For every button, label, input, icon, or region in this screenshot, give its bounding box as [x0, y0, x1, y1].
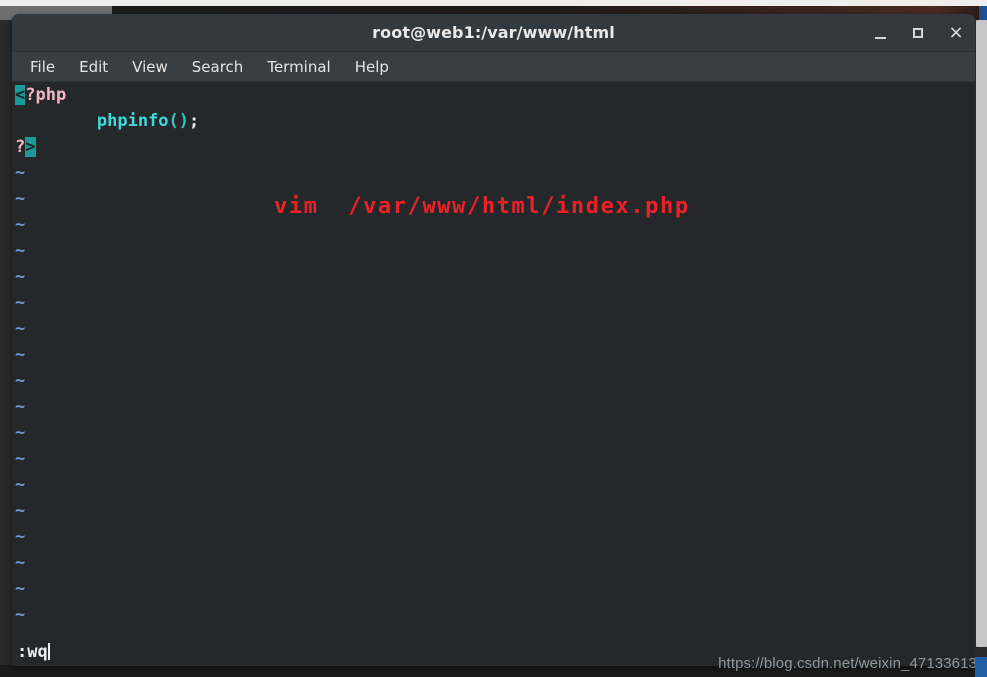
- close-glyph: ×: [948, 22, 964, 43]
- tilde-glyph: ~: [15, 319, 26, 339]
- vim-empty-line-marker: ~: [15, 602, 955, 628]
- terminal-window: root@web1:/var/www/html × File Edit View…: [12, 14, 975, 666]
- watermark: https://blog.csdn.net/weixin_47133613: [718, 655, 977, 672]
- menu-item-search[interactable]: Search: [180, 56, 256, 78]
- tilde-glyph: ~: [15, 527, 26, 547]
- tilde-glyph: ~: [15, 475, 26, 495]
- screen: root@web1:/var/www/html × File Edit View…: [0, 0, 987, 677]
- command-line-cursor: [47, 643, 50, 660]
- tilde-glyph: ~: [15, 605, 26, 625]
- tilde-glyph: ~: [15, 553, 26, 573]
- menu-item-help[interactable]: Help: [343, 56, 401, 78]
- menu-item-edit[interactable]: Edit: [67, 56, 120, 78]
- tilde-glyph: ~: [15, 215, 26, 235]
- statement-semicolon: ;: [189, 111, 200, 131]
- vim-empty-line-marker: ~: [15, 524, 955, 550]
- menu-item-terminal[interactable]: Terminal: [255, 56, 342, 78]
- vim-empty-line-marker: ~: [15, 238, 955, 264]
- vim-command-text: :wq: [17, 642, 48, 662]
- menu-item-view[interactable]: View: [120, 56, 180, 78]
- vim-empty-line-marker: ~: [15, 420, 955, 446]
- tilde-glyph: ~: [15, 293, 26, 313]
- tilde-glyph: ~: [15, 371, 26, 391]
- vim-buffer-lines: <?php phpinfo(); ?> ~~~~~~~~~~~~~~~~~~~: [15, 82, 955, 654]
- tilde-glyph: ~: [15, 345, 26, 365]
- scrollbar-corner-accent: [975, 657, 987, 677]
- tilde-glyph: ~: [15, 501, 26, 521]
- page-scrollbar-thumb[interactable]: [976, 20, 987, 647]
- vim-empty-line-marker: ~: [15, 472, 955, 498]
- menubar: File Edit View Search Terminal Help: [12, 52, 975, 82]
- vim-empty-line-marker: ~: [15, 290, 955, 316]
- annotation-command-text: vim /var/www/html/index.php: [274, 194, 690, 219]
- php-close-tag-question: ?: [15, 137, 26, 157]
- maximize-icon[interactable]: [909, 24, 927, 42]
- minimize-icon[interactable]: [871, 24, 889, 42]
- close-icon[interactable]: ×: [947, 24, 965, 42]
- vim-empty-line-marker: ~: [15, 498, 955, 524]
- titlebar[interactable]: root@web1:/var/www/html ×: [12, 14, 975, 52]
- tilde-glyph: ~: [15, 189, 26, 209]
- window-title: root@web1:/var/www/html: [372, 23, 615, 42]
- page-scrollbar[interactable]: [975, 20, 987, 660]
- vim-empty-line-marker: ~: [15, 342, 955, 368]
- tilde-glyph: ~: [15, 241, 26, 261]
- tilde-glyph: ~: [15, 579, 26, 599]
- code-line-3: ?>: [15, 134, 955, 160]
- tilde-glyph: ~: [15, 397, 26, 417]
- tilde-glyph: ~: [15, 423, 26, 443]
- desktop-right-accent: [979, 6, 987, 20]
- bracket-match-highlight: <: [15, 85, 26, 105]
- phpinfo-parens: (): [168, 111, 190, 131]
- php-open-tag-text: ?php: [25, 85, 67, 105]
- vim-empty-line-marker: ~: [15, 394, 955, 420]
- menu-item-file[interactable]: File: [18, 56, 67, 78]
- vim-cursor: >: [25, 137, 36, 157]
- vim-empty-line-marker: ~: [15, 316, 955, 342]
- vim-empty-line-marker: ~: [15, 368, 955, 394]
- tilde-glyph: ~: [15, 267, 26, 287]
- vim-empty-line-markers: ~~~~~~~~~~~~~~~~~~~: [15, 160, 955, 654]
- vim-editor-area[interactable]: <?php phpinfo(); ?> ~~~~~~~~~~~~~~~~~~~ …: [12, 82, 975, 666]
- tilde-glyph: ~: [15, 163, 26, 183]
- phpinfo-function-name: phpinfo: [96, 111, 169, 131]
- vim-empty-line-marker: ~: [15, 264, 955, 290]
- code-line-1: <?php: [15, 82, 955, 108]
- desktop-left-gutter: [0, 20, 12, 677]
- vim-empty-line-marker: ~: [15, 576, 955, 602]
- vim-empty-line-marker: ~: [15, 446, 955, 472]
- tilde-glyph: ~: [15, 449, 26, 469]
- code-line-2: phpinfo();: [15, 108, 955, 134]
- vim-empty-line-marker: ~: [15, 160, 955, 186]
- window-controls: ×: [871, 14, 965, 52]
- vim-empty-line-marker: ~: [15, 550, 955, 576]
